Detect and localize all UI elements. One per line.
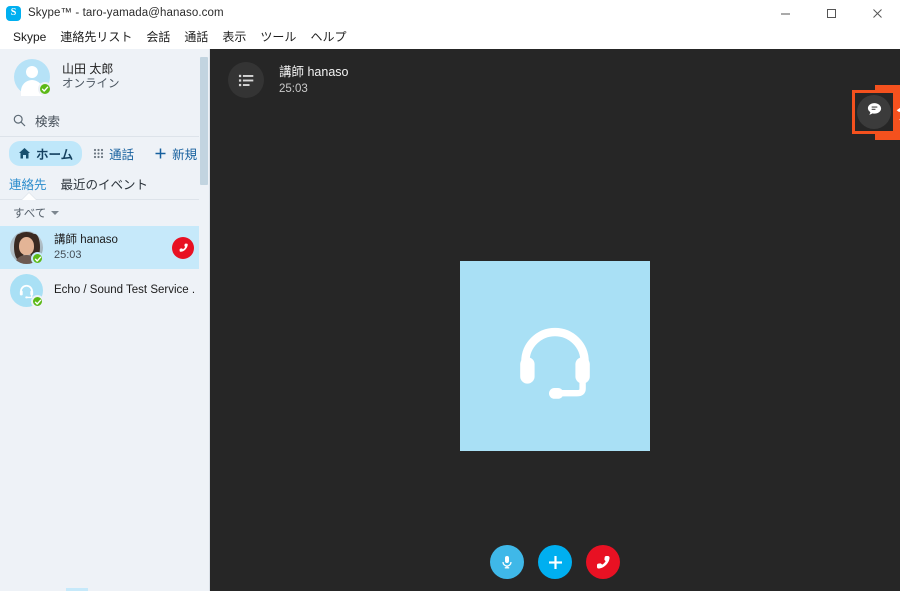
end-call-icon[interactable] — [172, 236, 194, 259]
call-controls — [210, 545, 900, 579]
add-button[interactable] — [538, 545, 572, 579]
tab-calls-label: 通話 — [109, 148, 135, 162]
profile-name: 山田 太郎 — [62, 61, 114, 76]
contact-name: 講師 hanaso — [54, 233, 118, 246]
avatar — [10, 274, 44, 308]
window-body: 山田 太郎 オンライン 検索 ホーム 通話 新規 連絡先 最近のイベント すべて… — [0, 49, 900, 591]
call-header-text: 講師 hanaso 25:03 — [279, 63, 348, 98]
sidebar-scrollbar[interactable] — [199, 49, 209, 591]
sidebar: 山田 太郎 オンライン 検索 ホーム 通話 新規 連絡先 最近のイベント すべて… — [0, 49, 210, 591]
list-item[interactable]: Echo / Sound Test Service . — [0, 269, 209, 312]
list-item-text: 講師 hanaso 25:03 — [54, 232, 172, 263]
end-call-button[interactable] — [586, 545, 620, 579]
chevron-down-icon — [51, 211, 60, 215]
sub-tabs: 連絡先 最近のイベント — [0, 170, 209, 200]
tab-calls[interactable]: 通話 — [84, 141, 143, 166]
window-controls — [762, 0, 900, 26]
sidebar-scrollbar-thumb[interactable] — [200, 57, 208, 185]
menu-item-tools[interactable]: ツール — [253, 26, 303, 49]
status-badge — [31, 295, 44, 308]
nav-tabs: ホーム 通話 新規 — [0, 137, 209, 170]
list-icon[interactable] — [228, 62, 264, 98]
profile-section[interactable]: 山田 太郎 オンライン — [0, 49, 209, 104]
tab-new-label: 新規 — [172, 148, 198, 162]
status-badge — [31, 252, 44, 265]
search-placeholder: 検索 — [35, 114, 61, 129]
home-icon — [18, 147, 31, 160]
active-tab-notch — [22, 193, 36, 200]
chat-button[interactable] — [857, 95, 891, 129]
call-panel: 講師 hanaso 25:03 — [210, 49, 900, 591]
minimize-button[interactable] — [762, 0, 808, 26]
call-contact-name: 講師 hanaso — [279, 64, 349, 79]
dialpad-icon — [93, 148, 104, 159]
menu-item-view[interactable]: 表示 — [215, 26, 253, 49]
chat-bubble-icon — [866, 101, 883, 123]
menu-bar: Skype 連絡先リスト 会話 通話 表示 ツール ヘルプ — [0, 26, 900, 49]
mute-button[interactable] — [490, 545, 524, 579]
close-button[interactable] — [854, 0, 900, 26]
avatar — [14, 58, 52, 96]
status-badge — [38, 81, 52, 96]
call-timer: 25:03 — [279, 82, 308, 95]
menu-item-contacts[interactable]: 連絡先リスト — [53, 26, 139, 49]
profile-status: オンライン — [62, 77, 120, 90]
headset-icon — [460, 261, 650, 451]
skype-logo-icon: S — [6, 5, 21, 21]
search-input[interactable]: 検索 — [0, 104, 209, 137]
window-title: Skype™ - taro-yamada@hanaso.com — [28, 7, 224, 19]
contact-name: Echo / Sound Test Service . — [54, 284, 196, 297]
list-item[interactable]: 講師 hanaso 25:03 — [0, 226, 209, 269]
contacts-filter[interactable]: すべて — [0, 200, 209, 226]
search-icon — [13, 114, 26, 127]
contact-call-timer: 25:03 — [54, 248, 82, 261]
tab-new[interactable]: 新規 — [145, 141, 206, 166]
menu-item-help[interactable]: ヘルプ — [303, 26, 353, 49]
maximize-button[interactable] — [808, 0, 854, 26]
title-bar: S Skype™ - taro-yamada@hanaso.com — [0, 0, 900, 26]
menu-item-call[interactable]: 通話 — [177, 26, 215, 49]
chat-button-highlight — [852, 90, 896, 134]
subtab-recent[interactable]: 最近のイベント — [61, 174, 149, 199]
tab-home-label: ホーム — [36, 148, 74, 162]
tab-home[interactable]: ホーム — [9, 141, 83, 166]
avatar — [10, 231, 44, 265]
skype-window: S Skype™ - taro-yamada@hanaso.com Skype … — [0, 0, 900, 591]
menu-item-skype[interactable]: Skype — [6, 26, 53, 49]
contacts-filter-label: すべて — [13, 208, 47, 220]
contact-list: 講師 hanaso 25:03 Echo / Sound Test Servic… — [0, 226, 209, 591]
menu-item-conversation[interactable]: 会話 — [139, 26, 177, 49]
profile-text: 山田 太郎 オンライン — [62, 61, 120, 93]
call-header: 講師 hanaso 25:03 — [210, 49, 900, 111]
plus-icon — [154, 147, 167, 160]
list-item-text: Echo / Sound Test Service . — [54, 282, 209, 298]
call-stage — [210, 111, 900, 591]
